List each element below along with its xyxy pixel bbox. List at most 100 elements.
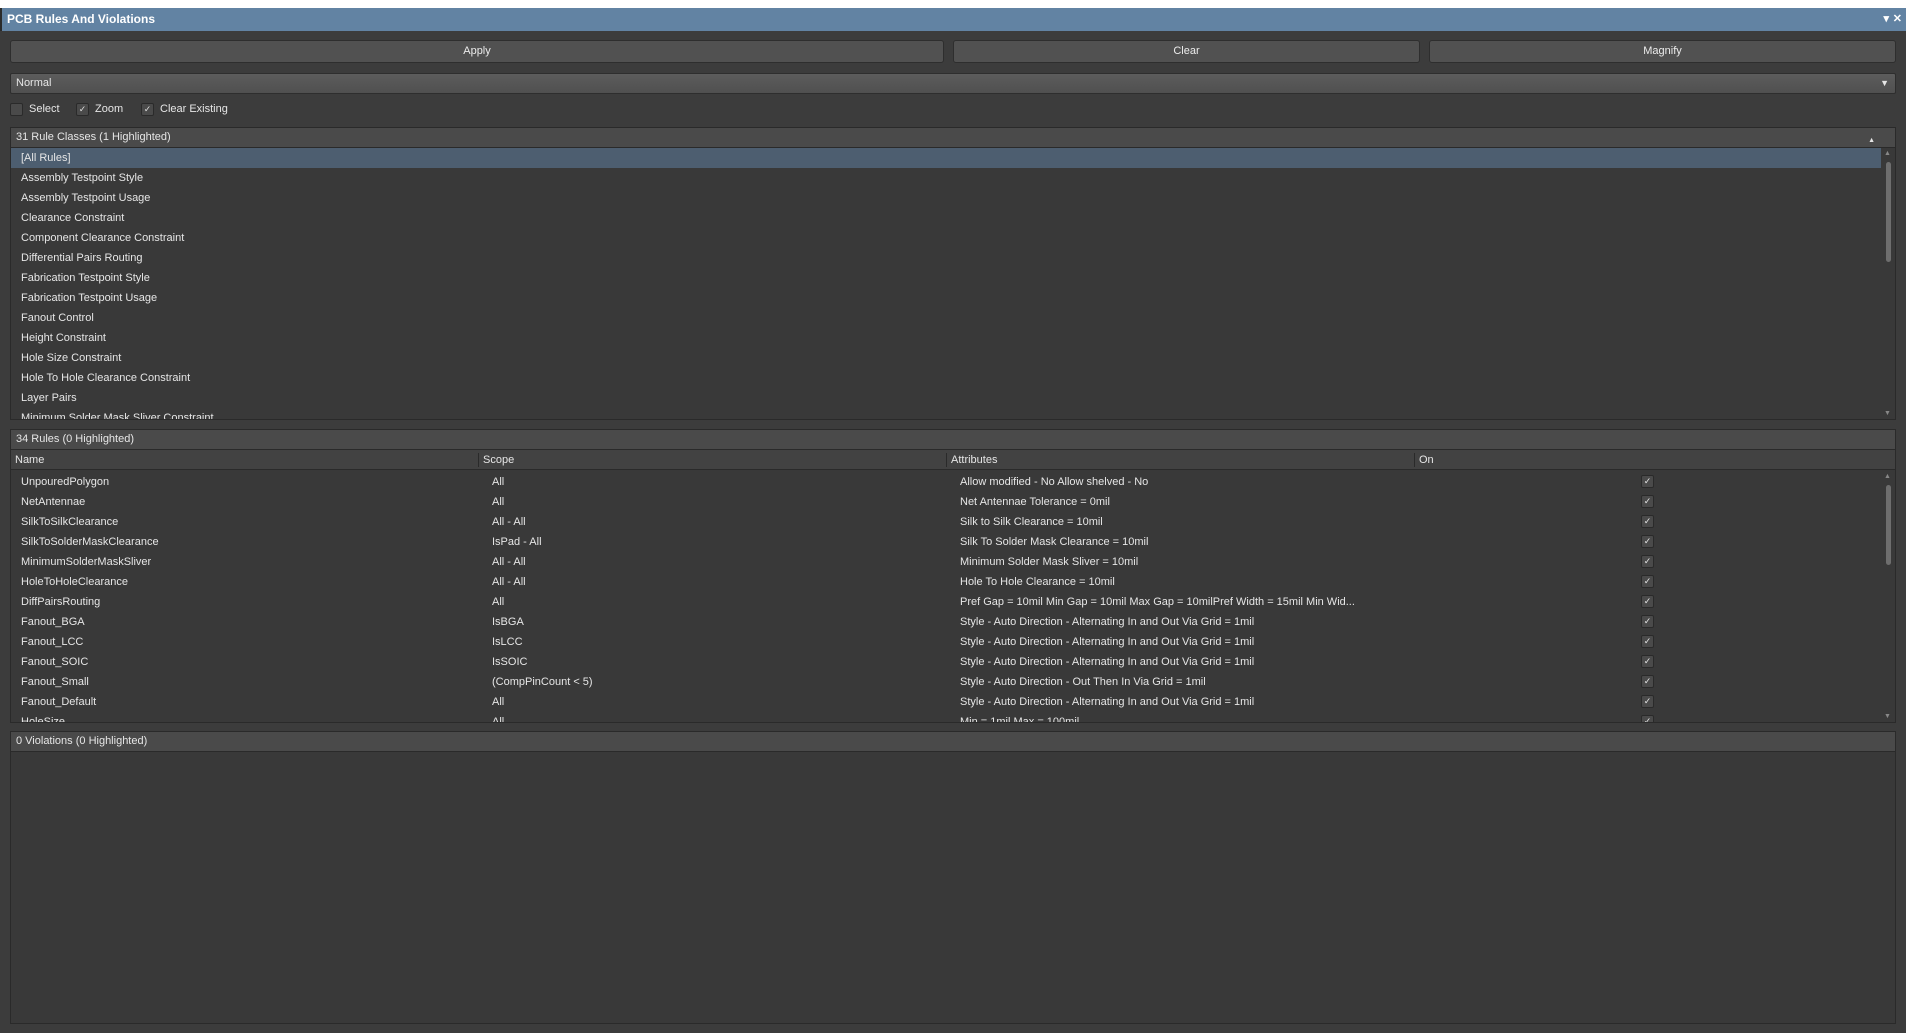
- rule-class-item[interactable]: [All Rules]: [11, 148, 1895, 168]
- clear-existing-checkbox[interactable]: ✓ Clear Existing: [141, 101, 228, 117]
- scroll-down-icon[interactable]: ▼: [1884, 713, 1891, 720]
- cell-name: UnpouredPolygon: [21, 476, 110, 488]
- rule-class-item[interactable]: Hole To Hole Clearance Constraint: [11, 368, 1895, 388]
- column-name[interactable]: Name: [11, 453, 44, 467]
- table-row[interactable]: Fanout_Small (CompPinCount < 5) Style - Au…: [11, 672, 1895, 692]
- scroll-down-icon[interactable]: ▼: [1884, 410, 1891, 417]
- rule-on-checkbox[interactable]: ✓: [1641, 575, 1654, 588]
- table-row[interactable]: HoleSize All Min = 1mil Max = 100mil ✓: [11, 712, 1895, 723]
- cell-attributes: Style - Auto Direction - Alternating In …: [960, 696, 1255, 708]
- rule-on-checkbox[interactable]: ✓: [1641, 695, 1654, 708]
- rules-panel: 34 Rules (0 Highlighted) Name Scope Attr…: [10, 429, 1896, 723]
- scroll-thumb[interactable]: [1886, 485, 1891, 565]
- rule-on-checkbox[interactable]: ✓: [1641, 495, 1654, 508]
- table-row[interactable]: MinimumSolderMaskSliver All - All Minimum …: [11, 552, 1895, 572]
- cell-scope: IsLCC: [492, 636, 523, 648]
- cell-scope: All - All: [492, 516, 526, 528]
- column-attributes[interactable]: Attributes: [946, 453, 997, 467]
- collapse-icon[interactable]: ▲: [1868, 131, 1875, 150]
- rule-class-item[interactable]: Assembly Testpoint Usage: [11, 188, 1895, 208]
- cell-name: Fanout_LCC: [21, 636, 84, 648]
- zoom-label: Zoom: [95, 103, 124, 115]
- rule-on-checkbox[interactable]: ✓: [1641, 655, 1654, 668]
- close-icon[interactable]: ✕: [1893, 12, 1902, 25]
- cell-scope: All: [492, 476, 505, 488]
- rules-scrollbar[interactable]: ▲ ▼: [1881, 471, 1895, 722]
- select-checkbox[interactable]: Select: [10, 101, 60, 117]
- cell-name: DiffPairsRouting: [21, 596, 101, 608]
- rule-classes-count: 31 Rule Classes (1 Highlighted): [16, 131, 171, 143]
- top-strip: [0, 0, 1906, 8]
- rule-on-checkbox[interactable]: ✓: [1641, 475, 1654, 488]
- rule-class-item[interactable]: Layer Pairs: [11, 388, 1895, 408]
- cell-scope: All: [492, 596, 505, 608]
- cell-scope: All: [492, 496, 505, 508]
- rule-class-item[interactable]: Fabrication Testpoint Usage: [11, 288, 1895, 308]
- table-row[interactable]: SilkToSilkClearance All - All Silk to Silk…: [11, 512, 1895, 532]
- scroll-up-icon[interactable]: ▲: [1884, 150, 1891, 157]
- rules-header: 34 Rules (0 Highlighted): [11, 430, 1895, 450]
- cell-scope: All: [492, 716, 505, 723]
- table-row[interactable]: HoleToHoleClearance All - All Hole To Hole…: [11, 572, 1895, 592]
- table-row[interactable]: Fanout_BGA IsBGA Style - Auto Direction - …: [11, 612, 1895, 632]
- apply-button[interactable]: Apply: [10, 40, 944, 63]
- clear-button[interactable]: Clear: [953, 40, 1420, 63]
- table-row[interactable]: Fanout_LCC IsLCC Style - Auto Direction - …: [11, 632, 1895, 652]
- scroll-up-icon[interactable]: ▲: [1884, 473, 1891, 480]
- panel-titlebar: PCB Rules And Violations ▾ ✕: [0, 8, 1906, 31]
- rule-on-checkbox[interactable]: ✓: [1641, 595, 1654, 608]
- cell-scope: All: [492, 696, 505, 708]
- rule-class-item[interactable]: Minimum Solder Mask Sliver Constraint: [11, 408, 1895, 419]
- cell-attributes: Allow modified - No Allow shelved - No: [960, 476, 1149, 488]
- table-row[interactable]: NetAntennae All Net Antennae Tolerance = 0…: [11, 492, 1895, 512]
- mode-dropdown[interactable]: Normal ▼: [10, 73, 1896, 94]
- cell-attributes: Style - Auto Direction - Alternating In …: [960, 656, 1255, 668]
- rule-class-item[interactable]: Hole Size Constraint: [11, 348, 1895, 368]
- cell-attributes: Min = 1mil Max = 100mil: [960, 716, 1080, 723]
- rule-on-checkbox[interactable]: ✓: [1641, 555, 1654, 568]
- check-icon[interactable]: ✓: [76, 102, 89, 116]
- rule-on-checkbox[interactable]: ✓: [1641, 535, 1654, 548]
- cell-name: Fanout_Small: [21, 676, 89, 688]
- cell-name: NetAntennae: [21, 496, 86, 508]
- cell-scope: All - All: [492, 556, 526, 568]
- rule-on-checkbox[interactable]: ✓: [1641, 675, 1654, 688]
- checkbox-box[interactable]: [10, 102, 23, 116]
- rule-class-item[interactable]: Clearance Constraint: [11, 208, 1895, 228]
- rule-class-item[interactable]: Fabrication Testpoint Style: [11, 268, 1895, 288]
- violations-panel: 0 Violations (0 Highlighted): [10, 731, 1896, 1024]
- table-row[interactable]: UnpouredPolygon All Allow modified - No Al…: [11, 472, 1895, 492]
- table-row[interactable]: SilkToSolderMaskClearance IsPad - All Silk…: [11, 532, 1895, 552]
- rule-class-item[interactable]: Fanout Control: [11, 308, 1895, 328]
- cell-scope: IsPad - All: [492, 536, 542, 548]
- rule-on-checkbox[interactable]: ✓: [1641, 515, 1654, 528]
- cell-attributes: Net Antennae Tolerance = 0mil: [960, 496, 1110, 508]
- cell-attributes: Silk to Silk Clearance = 10mil: [960, 516, 1103, 528]
- rule-class-item[interactable]: Assembly Testpoint Style: [11, 168, 1895, 188]
- column-scope[interactable]: Scope: [478, 453, 514, 467]
- cell-attributes: Style - Auto Direction - Alternating In …: [960, 636, 1255, 648]
- select-label: Select: [29, 103, 60, 115]
- cell-name: Fanout_SOIC: [21, 656, 89, 668]
- rule-class-item[interactable]: Height Constraint: [11, 328, 1895, 348]
- scroll-thumb[interactable]: [1886, 162, 1891, 262]
- rule-class-item[interactable]: Differential Pairs Routing: [11, 248, 1895, 268]
- panel-menu-icon[interactable]: ▾: [1883, 12, 1889, 25]
- chevron-down-icon: ▼: [1880, 78, 1889, 88]
- rule-classes-list: [All Rules] Assembly Testpoint Style Assem…: [11, 148, 1895, 419]
- magnify-button[interactable]: Magnify: [1429, 40, 1896, 63]
- zoom-checkbox[interactable]: ✓ Zoom: [76, 101, 123, 117]
- rule-class-item[interactable]: Component Clearance Constraint: [11, 228, 1895, 248]
- cell-attributes: Style - Auto Direction - Out Then In Via…: [960, 676, 1206, 688]
- table-row[interactable]: Fanout_SOIC IsSOIC Style - Auto Direction …: [11, 652, 1895, 672]
- table-row[interactable]: Fanout_Default All Style - Auto Direction …: [11, 692, 1895, 712]
- rule-on-checkbox[interactable]: ✓: [1641, 635, 1654, 648]
- column-on[interactable]: On: [1414, 453, 1434, 467]
- rule-on-checkbox[interactable]: ✓: [1641, 715, 1654, 722]
- cell-name: Fanout_BGA: [21, 616, 85, 628]
- table-row[interactable]: DiffPairsRouting All Pref Gap = 10mil Min …: [11, 592, 1895, 612]
- rule-classes-scrollbar[interactable]: ▲ ▼: [1881, 148, 1895, 419]
- rule-on-checkbox[interactable]: ✓: [1641, 615, 1654, 628]
- check-icon[interactable]: ✓: [141, 102, 154, 116]
- rules-column-header: Name Scope Attributes On: [11, 450, 1895, 470]
